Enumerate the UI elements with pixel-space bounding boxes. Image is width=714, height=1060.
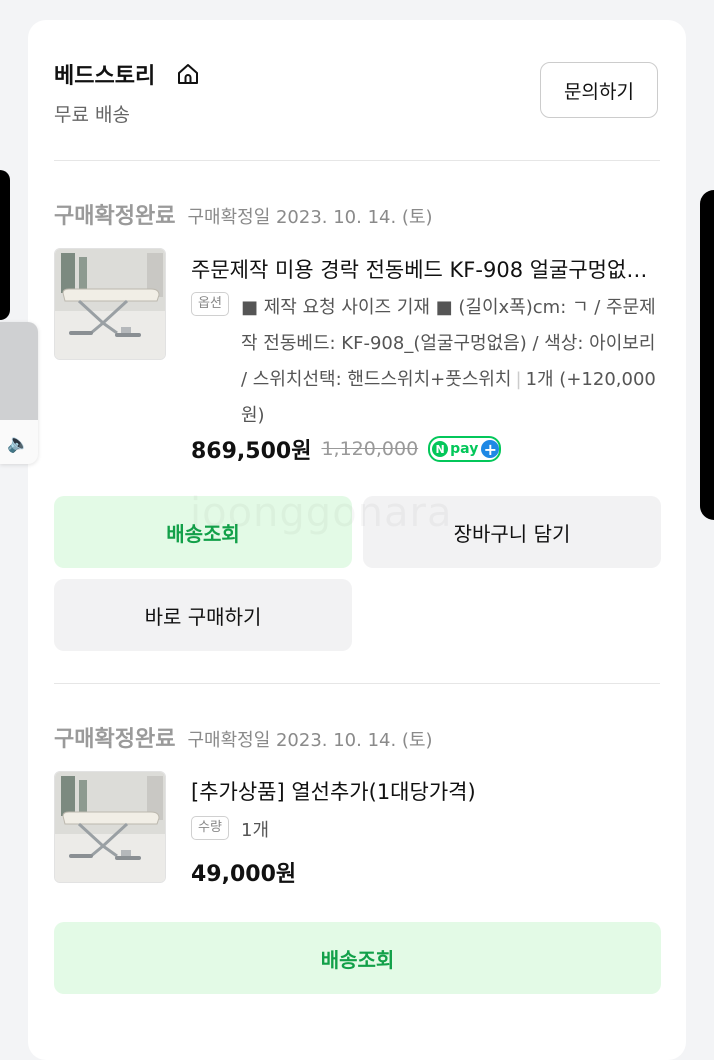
price-row: 869,500원 1,120,000 N pay +	[191, 433, 502, 465]
product-title[interactable]: 주문제작 미용 경락 전동베드 KF-908 얼굴구멍없음 침대	[191, 254, 651, 284]
add-to-cart-button[interactable]: 장바구니 담기	[363, 496, 661, 568]
sale-price: 49,000원	[191, 862, 297, 887]
npay-plus-icon: +	[481, 440, 500, 459]
inquiry-button[interactable]: 문의하기	[540, 62, 658, 118]
quantity-info: 1개	[241, 820, 270, 841]
divider	[54, 683, 660, 684]
option-details: ■ 제작 요청 사이즈 기재 ■ (길이x폭)cm: ㄱ / 주문제작 전동베드…	[241, 290, 661, 434]
confirm-date: 구매확정일 2023. 10. 14. (토)	[187, 207, 433, 228]
npay-n-icon: N	[432, 441, 449, 457]
order-status: 구매확정완료	[54, 204, 176, 229]
track-delivery-button[interactable]: 배송조회	[54, 922, 661, 994]
order-card: 베드스토리 무료 배송 문의하기 구매확정완료 구매확정일 2023. 10. …	[28, 20, 686, 1060]
speaker-icon: 🔈	[7, 433, 30, 454]
separator: |	[515, 369, 522, 390]
product-thumbnail[interactable]	[54, 248, 166, 360]
option-badge: 옵션	[191, 292, 229, 316]
home-icon[interactable]	[176, 62, 200, 90]
shipping-note: 무료 배송	[54, 104, 130, 126]
order-status: 구매확정완료	[54, 727, 176, 752]
original-price: 1,120,000	[321, 438, 419, 460]
volume-level	[0, 322, 38, 420]
sale-price: 869,500원	[191, 439, 312, 464]
track-delivery-button[interactable]: 배송조회	[54, 496, 352, 568]
product-thumbnail[interactable]	[54, 771, 166, 883]
quantity-badge: 수량	[191, 816, 229, 840]
order-status-row: 구매확정완료 구매확정일 2023. 10. 14. (토)	[54, 721, 433, 753]
confirm-date: 구매확정일 2023. 10. 14. (토)	[187, 730, 433, 751]
npay-label: pay	[450, 441, 479, 457]
buy-now-button[interactable]: 바로 구매하기	[54, 579, 352, 651]
screen-edge-left	[0, 170, 10, 320]
product-title[interactable]: [추가상품] 열선추가(1대당가격)	[191, 776, 651, 806]
screen-edge-right	[700, 190, 714, 520]
volume-indicator[interactable]: 🔈	[0, 322, 38, 464]
order-status-row: 구매확정완료 구매확정일 2023. 10. 14. (토)	[54, 198, 433, 230]
npay-logo: N pay +	[428, 436, 502, 462]
shop-name[interactable]: 베드스토리	[54, 58, 155, 90]
divider	[54, 160, 660, 161]
